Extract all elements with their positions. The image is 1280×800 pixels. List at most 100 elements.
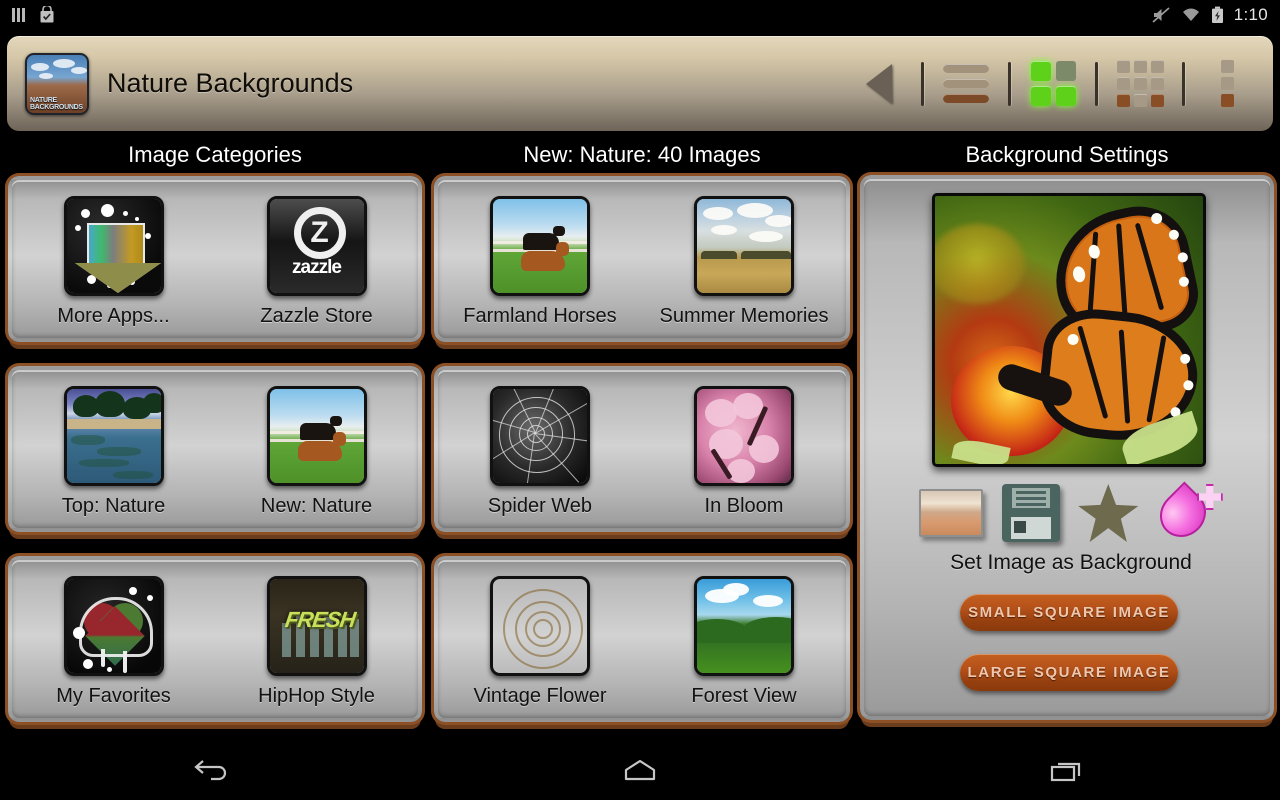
- nav-back-button[interactable]: [153, 746, 273, 794]
- back-triangle-icon: [866, 63, 892, 104]
- image-row-3: Vintage Flower Forest View: [429, 556, 855, 733]
- category-row-3: My Favorites FRESH HipHop Style: [3, 556, 427, 733]
- image-item-label: Vintage Flower: [473, 685, 607, 707]
- rate-star-icon[interactable]: [1078, 484, 1139, 542]
- image-item-label: Forest View: [691, 685, 797, 707]
- nav-recents-button[interactable]: [1007, 746, 1127, 794]
- toolbar-actions: [851, 36, 1273, 131]
- mute-icon: [1152, 7, 1170, 23]
- back-button[interactable]: [851, 56, 907, 112]
- image-row-2: Spider Web In Bloom: [429, 366, 855, 543]
- list-view-button[interactable]: [938, 56, 994, 112]
- set-background-label: Set Image as Background: [950, 551, 1192, 574]
- app-icon-caption: NATURE BACKGROUNDS: [30, 96, 83, 111]
- status-bar: 1:10: [0, 0, 1280, 30]
- save-image-icon[interactable]: [1001, 484, 1060, 542]
- dots-vertical-icon: [1220, 60, 1234, 107]
- grid-3x3-view-button[interactable]: [1112, 56, 1168, 112]
- back-arrow-icon: [194, 760, 227, 781]
- category-item-label: Zazzle Store: [260, 305, 373, 327]
- image-item-in-bloom[interactable]: In Bloom: [642, 370, 846, 528]
- category-item-label: My Favorites: [56, 685, 171, 707]
- app-title-bar: NATURE BACKGROUNDS Nature Backgrounds: [7, 36, 1273, 131]
- farmland-horses-artwork: [493, 199, 587, 293]
- toolbar-divider: [1008, 61, 1011, 106]
- zazzle-artwork: Z zazzle: [269, 199, 364, 293]
- category-item-more-apps[interactable]: More Apps...: [12, 180, 215, 338]
- status-bar-right: 1:10: [1151, 5, 1280, 25]
- column-header-images: New: Nature: 40 Images: [523, 142, 761, 167]
- image-item-spider-web[interactable]: Spider Web: [438, 370, 642, 528]
- small-square-image-button[interactable]: SMALL SQUARE IMAGE: [960, 594, 1178, 631]
- toolbar-divider: [921, 61, 924, 106]
- page-title: Nature Backgrounds: [107, 68, 354, 98]
- category-item-label: More Apps...: [57, 305, 170, 327]
- category-item-label: New: Nature: [260, 495, 373, 517]
- grid-2x2-view-button[interactable]: [1025, 56, 1081, 112]
- vintage-rose-artwork: [493, 579, 587, 673]
- toolbar-divider: [1095, 61, 1098, 106]
- image-item-farmland-horses[interactable]: Farmland Horses: [438, 180, 642, 338]
- overflow-menu-button[interactable]: [1199, 56, 1255, 112]
- heart-plus-icon: [1150, 481, 1223, 547]
- image-item-label: In Bloom: [704, 495, 784, 517]
- category-item-top-nature[interactable]: Top: Nature: [12, 370, 215, 528]
- spider-web-artwork: [493, 389, 587, 483]
- thumbnail: Z zazzle: [266, 196, 367, 296]
- grid-3x3-icon: [1116, 60, 1164, 107]
- lagoon-artwork: [66, 389, 161, 483]
- image-item-label: Spider Web: [487, 495, 593, 517]
- thumbnail: FRESH: [266, 576, 367, 676]
- android-navigation-bar: [0, 740, 1280, 800]
- forest-artwork: [697, 579, 791, 673]
- category-item-label: HipHop Style: [258, 685, 375, 707]
- signal-bars-icon: [12, 8, 25, 22]
- image-item-forest-view[interactable]: Forest View: [642, 560, 846, 718]
- recents-icon: [1050, 762, 1080, 782]
- background-settings-panel: Set Image as Background SMALL SQUARE IMA…: [855, 175, 1279, 731]
- thumbnail: [694, 386, 794, 486]
- summer-field-artwork: [697, 199, 791, 293]
- hiphop-graffiti-artwork: FRESH: [269, 579, 364, 673]
- status-bar-clock: 1:10: [1233, 5, 1268, 24]
- image-item-vintage-flower[interactable]: Vintage Flower: [438, 560, 642, 718]
- status-bar-left: [0, 6, 56, 24]
- column-header-settings: Background Settings: [965, 142, 1169, 167]
- column-header-categories: Image Categories: [128, 142, 302, 167]
- battery-charging-icon: [1211, 6, 1223, 23]
- set-wallpaper-icon[interactable]: [919, 489, 984, 537]
- wifi-icon: [1182, 8, 1199, 21]
- category-item-new-nature[interactable]: New: Nature: [215, 370, 418, 528]
- large-square-image-button[interactable]: LARGE SQUARE IMAGE: [960, 654, 1178, 691]
- thumbnail: [63, 576, 164, 676]
- category-item-zazzle-store[interactable]: Z zazzle Zazzle Store: [215, 180, 418, 338]
- floppy-disk-icon: [1001, 484, 1060, 542]
- toolbar-divider: [1182, 61, 1185, 106]
- image-item-label: Summer Memories: [659, 305, 829, 327]
- category-row-1: More Apps... Z zazzle Zazzle Store: [3, 176, 427, 353]
- favorites-heart-artwork: [66, 579, 161, 673]
- more-apps-artwork: [66, 199, 161, 293]
- image-item-summer-memories[interactable]: Summer Memories: [642, 180, 846, 338]
- image-row-1: Farmland Horses Summer Memories: [429, 176, 855, 353]
- thumbnail: [490, 386, 590, 486]
- nav-home-button[interactable]: [580, 746, 700, 794]
- blossoms-artwork: [697, 389, 791, 483]
- category-item-hiphop-style[interactable]: FRESH HipHop Style: [215, 560, 418, 718]
- grid-2x2-icon: [1030, 61, 1076, 106]
- category-item-my-favorites[interactable]: My Favorites: [12, 560, 215, 718]
- shopping-bag-check-icon: [40, 6, 54, 23]
- image-action-icons: [864, 479, 1278, 547]
- home-icon: [624, 759, 656, 781]
- monarch-butterfly-preview[interactable]: [932, 193, 1206, 467]
- thumbnail: [63, 196, 164, 296]
- horses-artwork: [269, 389, 364, 483]
- list-lines-icon: [943, 64, 989, 103]
- category-item-label: Top: Nature: [61, 495, 166, 517]
- thumbnail: [490, 196, 590, 296]
- add-favorite-icon[interactable]: [1150, 481, 1223, 547]
- category-row-2: Top: Nature New: Nature: [3, 366, 427, 543]
- thumbnail: [694, 576, 794, 676]
- nature-backgrounds-app-icon[interactable]: NATURE BACKGROUNDS: [25, 52, 89, 115]
- thumbnail: [694, 196, 794, 296]
